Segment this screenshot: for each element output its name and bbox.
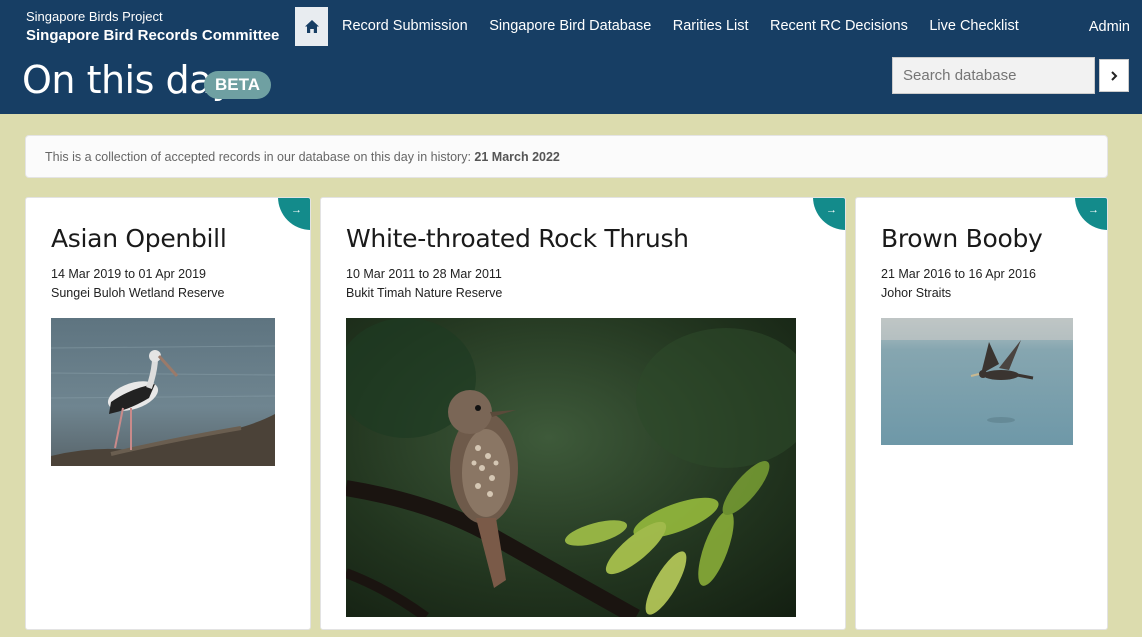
species-name[interactable]: Brown Booby [881, 224, 1043, 253]
open-record-button[interactable]: → [278, 198, 310, 230]
nav-record-submission[interactable]: Record Submission [342, 17, 468, 35]
arrow-right-icon: → [291, 204, 302, 216]
record-card[interactable]: → Brown Booby 21 Mar 2016 to 16 Apr 2016… [855, 197, 1108, 630]
page-title: On this day [22, 58, 234, 102]
search-input[interactable] [892, 57, 1095, 94]
arrow-right-icon: → [826, 204, 837, 216]
home-icon [304, 20, 319, 33]
home-button[interactable] [295, 7, 328, 46]
nav-rarities-list[interactable]: Rarities List [673, 17, 749, 35]
species-name[interactable]: White-throated Rock Thrush [346, 224, 689, 253]
arrow-right-icon: → [1088, 204, 1099, 216]
info-text: This is a collection of accepted records… [45, 150, 475, 164]
record-dates: 21 Mar 2016 to 16 Apr 2016 [881, 267, 1036, 281]
admin-link[interactable]: Admin [1089, 19, 1130, 35]
open-record-button[interactable]: → [813, 198, 845, 230]
site-header: Singapore Birds Project Singapore Bird R… [0, 0, 1142, 114]
info-bar: This is a collection of accepted records… [25, 135, 1108, 178]
record-location: Sungei Buloh Wetland Reserve [51, 286, 225, 300]
main-nav: Record Submission Singapore Bird Databas… [342, 17, 1040, 35]
bird-photo [51, 318, 275, 466]
record-location: Johor Straits [881, 286, 952, 300]
bird-photo [346, 318, 796, 617]
record-dates: 14 Mar 2019 to 01 Apr 2019 [51, 267, 206, 281]
record-location: Bukit Timah Nature Reserve [346, 286, 503, 300]
info-date: 21 March 2022 [474, 150, 560, 164]
record-dates: 10 Mar 2011 to 28 Mar 2011 [346, 267, 502, 281]
brand-title: Singapore Bird Records Committee [26, 27, 280, 44]
brand[interactable]: Singapore Birds Project Singapore Bird R… [26, 9, 279, 47]
record-card[interactable]: → White-throated Rock Thrush 10 Mar 2011… [320, 197, 846, 630]
chevron-right-icon [1111, 70, 1118, 81]
bird-photo [881, 318, 1073, 445]
beta-badge: BETA [204, 71, 272, 99]
search-button[interactable] [1099, 59, 1129, 92]
species-name[interactable]: Asian Openbill [51, 224, 227, 253]
record-card[interactable]: → Asian Openbill 14 Mar 2019 to 01 Apr 2… [25, 197, 311, 630]
brand-subtitle: Singapore Birds Project [26, 9, 163, 24]
nav-singapore-bird-database[interactable]: Singapore Bird Database [489, 17, 651, 35]
nav-recent-rc-decisions[interactable]: Recent RC Decisions [770, 17, 908, 35]
nav-live-checklist[interactable]: Live Checklist [929, 17, 1018, 35]
open-record-button[interactable]: → [1075, 198, 1107, 230]
